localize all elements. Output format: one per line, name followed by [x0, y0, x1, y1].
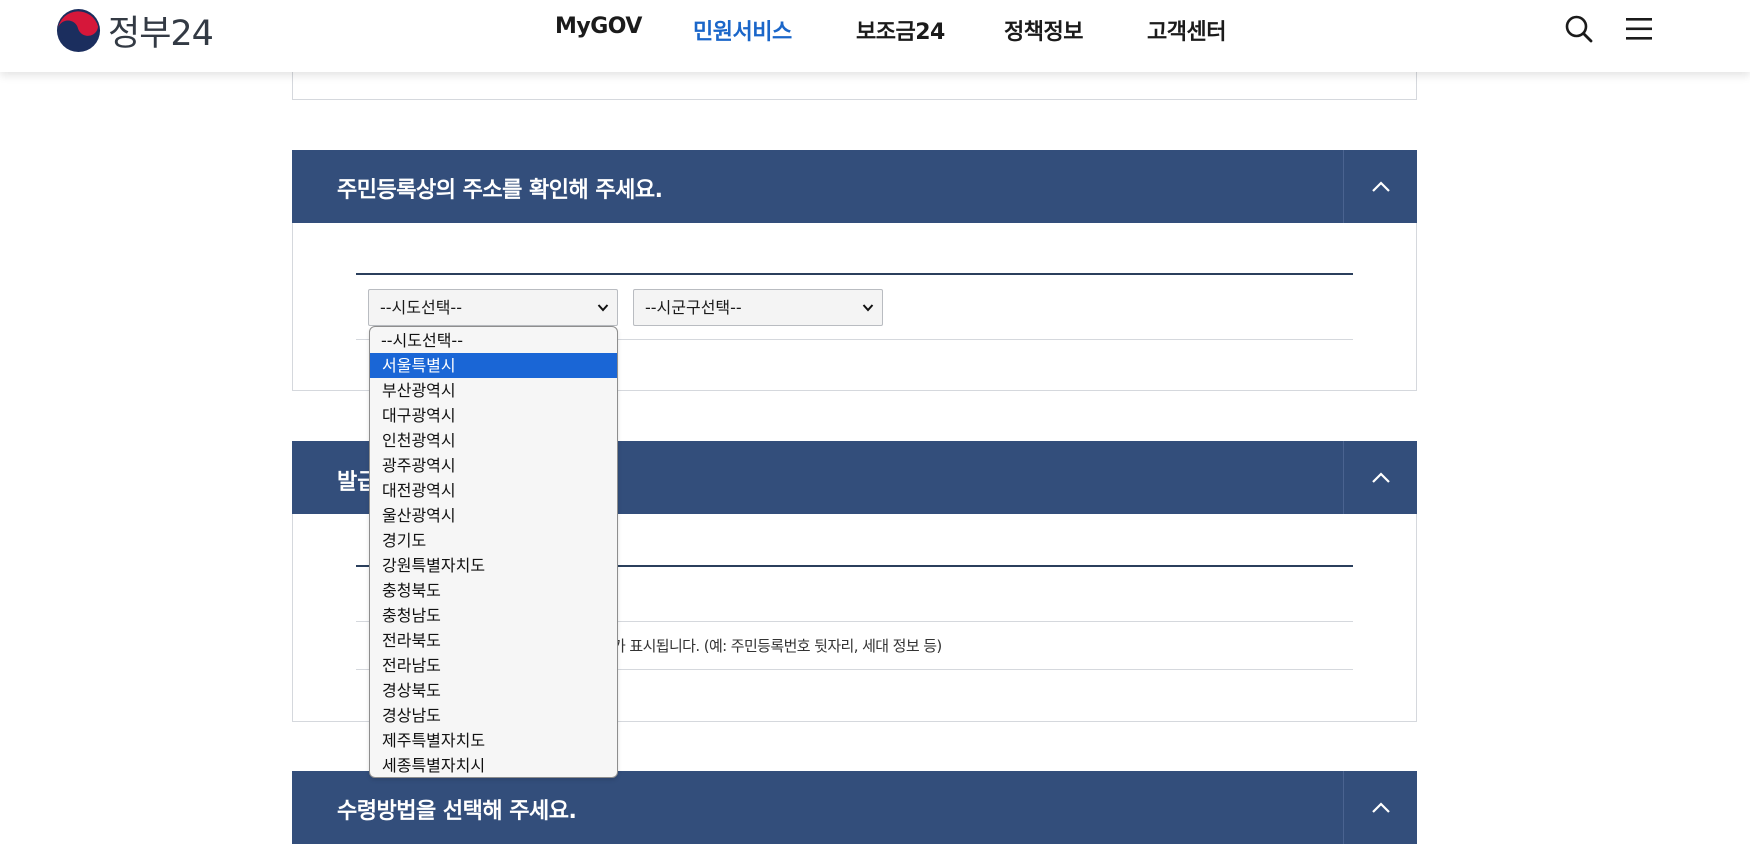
receive-panel-toggle[interactable] [1343, 771, 1417, 844]
address-panel-title: 주민등록상의 주소를 확인해 주세요. [337, 178, 663, 203]
site-header: 정부24 MyGOV 민원서비스 보조금24 정책정보 고객센터 [0, 0, 1750, 72]
receive-panel-header: 수령방법을 선택해 주세요. [292, 771, 1417, 844]
search-icon[interactable] [1564, 14, 1594, 44]
dropdown-option[interactable]: 광주광역시 [370, 453, 617, 478]
issue-panel-toggle[interactable] [1343, 441, 1417, 515]
dropdown-option[interactable]: 부산광역시 [370, 378, 617, 403]
chevron-down-icon [597, 304, 609, 312]
dropdown-option[interactable]: 충청남도 [370, 603, 617, 628]
dropdown-option[interactable]: 전라남도 [370, 653, 617, 678]
chevron-up-icon [1371, 181, 1390, 192]
sigungu-select[interactable]: --시군구선택-- [633, 289, 883, 326]
receive-panel-title: 수령방법을 선택해 주세요. [337, 799, 577, 824]
logo[interactable]: 정부24 [55, 6, 214, 54]
nav-customer-center[interactable]: 고객센터 [1147, 14, 1226, 46]
dropdown-option[interactable]: 인천광역시 [370, 428, 617, 453]
nav-subsidy24[interactable]: 보조금24 [856, 14, 945, 46]
logo-text: 정부24 [108, 13, 214, 54]
sido-dropdown-list[interactable]: --시도선택-- 서울특별시 부산광역시 대구광역시 인천광역시 광주광역시 대전광역시 울산… [369, 326, 618, 778]
dropdown-option[interactable]: 세종특별자치시 [370, 753, 617, 778]
dropdown-option[interactable]: 대전광역시 [370, 478, 617, 503]
dropdown-option[interactable]: 충청북도 [370, 578, 617, 603]
main-nav: MyGOV 민원서비스 보조금24 정책정보 고객센터 [0, 14, 1750, 46]
dropdown-option[interactable]: 경상북도 [370, 678, 617, 703]
sido-select[interactable]: --시도선택-- [368, 289, 618, 326]
address-panel-toggle[interactable] [1343, 150, 1417, 224]
sigungu-select-value: --시군구선택-- [645, 298, 742, 317]
dropdown-option[interactable]: 경상남도 [370, 703, 617, 728]
chevron-up-icon [1371, 802, 1390, 813]
dropdown-option[interactable]: --시도선택-- [370, 328, 617, 353]
chevron-up-icon [1371, 472, 1390, 483]
sido-select-value: --시도선택-- [380, 298, 462, 317]
dropdown-option[interactable]: 대구광역시 [370, 403, 617, 428]
address-panel-header: 주민등록상의 주소를 확인해 주세요. [292, 150, 1417, 224]
issue-info-text: 가 표시됩니다. (예: 주민등록번호 뒷자리, 세대 정보 등) [612, 637, 942, 655]
dropdown-option[interactable]: 서울특별시 [370, 353, 617, 378]
nav-policy-info[interactable]: 정책정보 [1004, 14, 1083, 46]
nav-mygov[interactable]: MyGOV [555, 14, 642, 39]
dropdown-option[interactable]: 강원특별자치도 [370, 553, 617, 578]
dropdown-option[interactable]: 전라북도 [370, 628, 617, 653]
dropdown-option[interactable]: 울산광역시 [370, 503, 617, 528]
taegeuk-logo-icon [56, 8, 101, 52]
nav-civil-service[interactable]: 민원서비스 [693, 14, 792, 46]
dropdown-option[interactable]: 경기도 [370, 528, 617, 553]
dropdown-option[interactable]: 제주특별자치도 [370, 728, 617, 753]
address-rule-top [356, 273, 1353, 275]
chevron-down-icon [862, 304, 874, 312]
hamburger-menu-icon[interactable] [1624, 14, 1654, 44]
